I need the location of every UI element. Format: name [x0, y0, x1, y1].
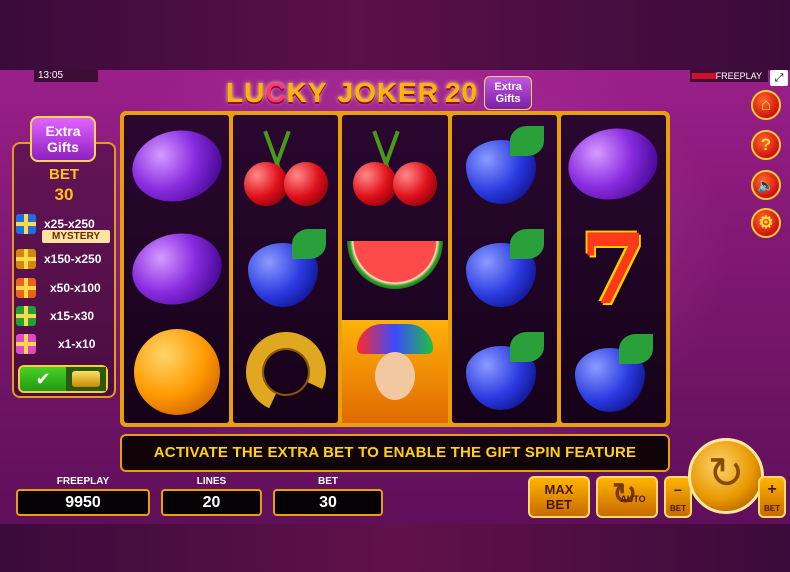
reel-cell [124, 320, 229, 423]
gift-blue-icon [16, 214, 36, 234]
logo-extra-gifts-badge: Extra Gifts [484, 76, 533, 110]
lines-label: LINES [196, 476, 227, 487]
reel-cell [452, 218, 557, 321]
reel-5: 7 [560, 115, 667, 424]
reel-cell [561, 326, 666, 424]
cherry-symbol [349, 126, 441, 207]
reel-cell [342, 320, 448, 424]
minus-icon: − [673, 482, 683, 498]
reel-cell [124, 218, 229, 321]
top-band [0, 0, 790, 70]
reel-cell [342, 115, 447, 218]
cherry-symbol [240, 126, 332, 207]
freeplay-label: FREEPLAY [56, 476, 110, 487]
reel-cell [233, 115, 338, 218]
grapes-symbol [460, 126, 548, 206]
grapes-symbol [460, 229, 548, 309]
reel-3 [342, 115, 448, 424]
grapes-symbol [460, 331, 548, 412]
bottom-band [0, 524, 790, 572]
reel-cell [561, 115, 666, 213]
message-bar: ACTIVATE THE EXTRA BET TO ENABLE THE GIF… [120, 434, 670, 472]
home-icon: ⌂ [760, 95, 772, 114]
sound-muted-icon: 🔈 [757, 177, 775, 193]
sound-button[interactable]: 🔈 [751, 170, 781, 200]
extra-bet-toggle[interactable]: ✔ [18, 365, 108, 393]
gift-row: x150-x250 [16, 247, 112, 271]
plum-symbol [125, 122, 228, 210]
gift-row: x50-x100 [16, 276, 112, 300]
gift-range: x15-x30 [50, 309, 95, 323]
reel-4 [451, 115, 557, 423]
game-logo: LUCKY JOKER 20 Extra Gifts [226, 76, 533, 110]
clock: 13:05 [34, 70, 98, 82]
help-button[interactable]: ? [751, 130, 781, 160]
bet-display: BET 30 [273, 476, 383, 518]
orange-symbol [133, 328, 220, 415]
check-icon: ✔ [20, 367, 66, 391]
extra-gifts-badge: Extra Gifts [30, 116, 96, 162]
mystery-label: MYSTERY [42, 230, 110, 243]
reel-cell [452, 115, 557, 218]
reel-cell [233, 320, 338, 423]
reel-cell [342, 218, 447, 321]
autoplay-button[interactable]: AUTO [596, 476, 658, 518]
max-bet-button[interactable]: MAX BET [528, 476, 590, 518]
freeplay-badge: FREEPLAY [690, 70, 768, 82]
gift-range: x150-x250 [44, 252, 102, 266]
fullscreen-button[interactable]: ⤢ [770, 70, 788, 86]
watermelon-symbol [347, 241, 443, 297]
gift-range: x1-x10 [58, 337, 96, 351]
gift-gold-icon [16, 249, 36, 269]
reel-1 [124, 115, 230, 423]
gift-row: x15-x30 [16, 304, 112, 328]
settings-button[interactable]: ⚙ [751, 208, 781, 238]
reels-area: 7 [120, 111, 670, 427]
reel-cell [452, 320, 557, 423]
gift-range: x25-x250 [44, 217, 95, 231]
help-icon: ? [760, 135, 772, 154]
logo-word-joker: JOKER [337, 77, 439, 108]
grapes-symbol [569, 334, 657, 414]
panel-bet-value: 30 [54, 185, 74, 204]
toggle-knob [66, 367, 106, 391]
gear-icon: ⚙ [758, 213, 774, 232]
logo-number: 20 [444, 77, 479, 108]
logo-word-lucky: LUCKY [226, 77, 328, 108]
lines-display: LINES 20 [161, 476, 262, 518]
grapes-symbol [242, 229, 330, 309]
freeplay-balance: FREEPLAY 9950 [16, 476, 150, 518]
seven-symbol: 7 [580, 212, 647, 326]
bet-decrease-label: BET [670, 504, 686, 513]
reel-cell [124, 115, 229, 218]
bet-label: BET [318, 476, 338, 487]
bet-increase-button[interactable]: + BET [758, 476, 786, 518]
horseshoe-symbol [234, 320, 338, 423]
reel-2 [233, 115, 339, 423]
reel-cell: 7 [561, 213, 666, 326]
gift-row: x1-x10 [16, 332, 112, 356]
lines-value: 20 [161, 489, 262, 516]
bet-value: 30 [273, 489, 383, 516]
plum-symbol [125, 225, 228, 313]
gift-orange-icon [16, 278, 36, 298]
gift-range: x50-x100 [50, 281, 101, 295]
spin-button[interactable]: ↻ [688, 438, 764, 514]
spin-icon: ↻ [707, 449, 745, 498]
home-button[interactable]: ⌂ [751, 90, 781, 120]
reel-cell [233, 218, 338, 321]
plus-icon: + [767, 481, 777, 498]
gift-green-icon [16, 306, 36, 326]
plum-symbol [562, 120, 665, 208]
panel-bet-label: BET [49, 166, 79, 183]
joker-symbol [347, 323, 443, 420]
gift-pink-icon [16, 334, 36, 354]
bet-increase-label: BET [764, 504, 780, 513]
freeplay-value: 9950 [16, 489, 150, 516]
